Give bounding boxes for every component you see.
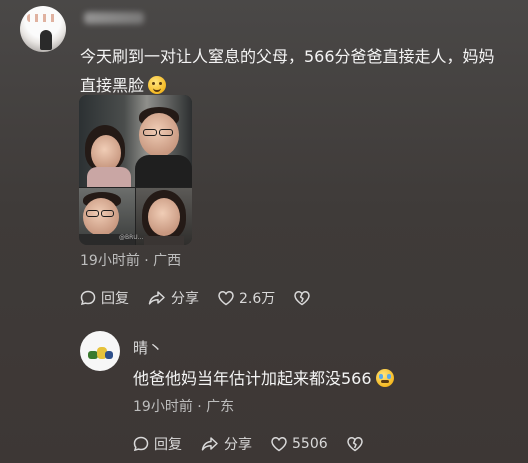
post-text-line2: 直接黑脸 <box>80 76 145 95</box>
reply-reply-label: 回复 <box>154 437 182 453</box>
username-blurred[interactable] <box>84 12 144 24</box>
share-icon <box>148 291 165 305</box>
sweat-smile-emoji-icon <box>375 369 394 387</box>
reply-text: 他爸他妈当年估计加起来都没566 <box>133 365 394 389</box>
image-bottom-right <box>136 188 192 245</box>
reply-share-button[interactable]: 分享 <box>200 434 252 454</box>
post-text: 今天刷到一对让人窒息的父母，566分爸爸直接走人，妈妈 直接黑脸 <box>80 42 525 100</box>
like-button[interactable]: 2.6万 <box>217 288 275 308</box>
comment-icon <box>133 436 149 452</box>
reply-share-label: 分享 <box>224 437 252 453</box>
reply-reply-button[interactable]: 回复 <box>132 434 182 454</box>
share-button[interactable]: 分享 <box>147 288 199 308</box>
reply-like-button[interactable]: 5506 <box>270 435 328 453</box>
dislike-button[interactable] <box>293 289 315 307</box>
heart-icon <box>271 437 287 452</box>
reply-actions: 回复 分享 5506 <box>132 434 386 454</box>
share-label: 分享 <box>171 291 199 307</box>
share-icon <box>201 437 218 451</box>
reply-user-avatar[interactable] <box>80 331 120 371</box>
reply-label: 回复 <box>101 291 129 307</box>
reply-like-count: 5506 <box>292 436 328 452</box>
heart-broken-icon <box>294 291 311 306</box>
reply-dislike-button[interactable] <box>346 435 368 453</box>
comment-icon <box>80 290 96 306</box>
grin-emoji-icon <box>148 76 167 94</box>
reply-username[interactable]: 晴丶 <box>133 337 163 358</box>
avatar-decoration <box>27 14 59 22</box>
image-watermark: @BRU... <box>119 234 144 241</box>
like-count: 2.6万 <box>239 291 276 307</box>
heart-icon <box>218 291 234 306</box>
image-top <box>79 95 192 187</box>
avatar-figure <box>40 30 52 50</box>
reply-button[interactable]: 回复 <box>79 288 129 308</box>
reply-text-content: 他爸他妈当年估计加起来都没566 <box>133 369 372 388</box>
post-text-line1: 今天刷到一对让人窒息的父母，566分爸爸直接走人，妈妈 <box>80 47 495 66</box>
heart-broken-icon <box>346 437 363 452</box>
post-image-collage[interactable]: @BRU... <box>79 95 192 245</box>
post-meta: 19小时前 · 广西 <box>80 253 182 269</box>
post-actions: 回复 分享 2.6万 <box>79 288 333 308</box>
user-avatar[interactable] <box>20 6 66 52</box>
reply-meta: 19小时前 · 广东 <box>133 399 235 415</box>
